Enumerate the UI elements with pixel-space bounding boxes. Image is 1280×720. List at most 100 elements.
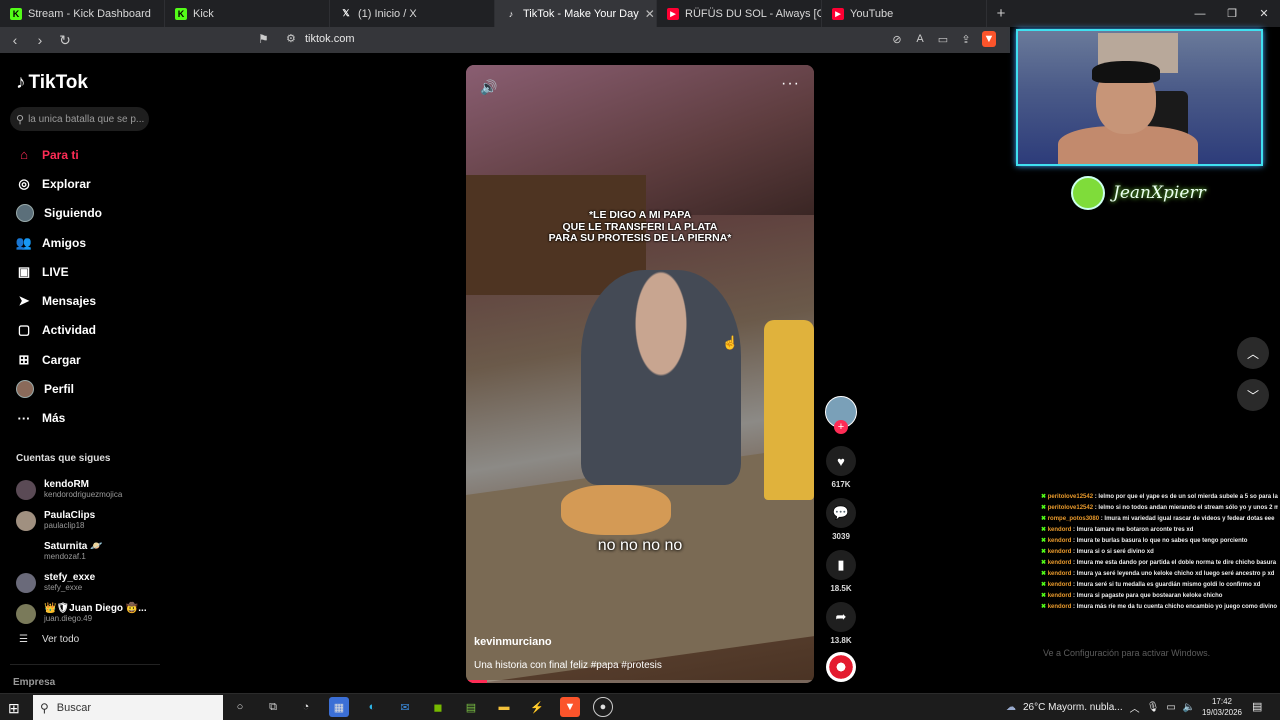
tracking-icon[interactable]: ⊘ [890,31,904,47]
company-link[interactable]: Empresa [13,677,55,688]
nav-live[interactable]: ▣ LIVE [16,257,156,286]
like-button[interactable]: ♥ 617K [824,446,858,489]
site-info-icon[interactable]: ⚙ [286,32,296,45]
previous-video-button[interactable]: ︿ [1237,337,1269,369]
nav-mas[interactable]: ··· Más [16,404,156,433]
minimize-icon[interactable]: — [1184,0,1216,27]
weather-text[interactable]: 26°C Mayorm. nubla... [1023,702,1123,713]
nav-actividad[interactable]: ▢ Actividad [16,316,156,345]
chat-username[interactable]: kendord [1048,571,1072,577]
follow-plus-icon[interactable]: + [834,420,848,434]
following-item-kendorm[interactable]: kendoRM kendorodriguezmojica [16,474,156,505]
tab-rufus-du-sol[interactable]: ▶ RÜFÜS DU SOL - Always [Official Aud [657,0,822,27]
brave-shield-icon[interactable]: ▼ [982,31,996,47]
nav-cargar[interactable]: ⊞ Cargar [16,345,156,374]
nav-siguiendo[interactable]: Siguiendo [16,199,156,228]
following-item-juan-diego[interactable]: 👑🛡Juan Diego 🤠... juan.diego.49 [16,598,156,629]
obs-icon[interactable]: ● [593,697,613,717]
tray-chevron-icon[interactable]: ︿ [1130,700,1140,715]
edge-icon[interactable]: ◐ [362,697,382,717]
bookmark-icon[interactable]: ⚑ [258,32,269,46]
file-explorer-icon[interactable]: ▬ [494,697,514,717]
tab-kick[interactable]: K Kick [165,0,330,27]
chat-username[interactable]: peritolove12542 [1048,505,1093,511]
tab-youtube[interactable]: ▶ YouTube [822,0,987,27]
restore-icon[interactable]: ❐ [1216,0,1248,27]
speed-icon[interactable]: ◔ [296,697,316,717]
taskbar-clock[interactable]: 17:42 19/03/2026 [1200,696,1244,718]
windows-start-icon[interactable]: ⊞ [8,700,20,717]
nav-perfil[interactable]: Perfil [16,374,156,403]
tab-tiktok[interactable]: ♪ TikTok - Make Your Day ✕ [495,0,657,27]
microphone-icon[interactable]: 🎙 [1147,702,1160,713]
video-player[interactable]: 🔊 ··· *LE DIGO A MI PAPA QUE LE TRANSFER… [466,65,814,683]
more-icon: ··· [17,410,31,426]
back-icon[interactable]: ‹ [5,30,25,50]
video-subtitle: no no no no [597,537,683,554]
following-item-stefy[interactable]: stefy_exxe stefy_exxe [16,567,156,598]
nav-para-ti[interactable]: ⌂ Para ti [16,140,156,169]
forward-icon[interactable]: › [30,30,50,50]
search-icon: ⚲ [16,113,25,126]
weather-icon: ☁ [1006,702,1016,713]
tab-x[interactable]: 𝕏 (1) Inicio / X [330,0,495,27]
cortana-icon[interactable]: ○ [230,697,250,717]
nvidia-icon[interactable]: ◼ [428,697,448,717]
new-tab-button[interactable]: + [987,0,1015,27]
winamp-icon[interactable]: ⚡ [527,697,547,717]
tab-title: TikTok - Make Your Day [523,7,639,20]
system-tray: ☁ 26°C Mayorm. nubla... ︿ 🎙 ▭ 🔈 [1006,694,1195,720]
tiktok-logo[interactable]: ♪ TikTok [16,72,88,94]
mail-icon[interactable]: ✉ [395,697,415,717]
following-item-saturnita[interactable]: Saturnita 🪐 mendozaf.1 [16,536,156,567]
brave-icon[interactable]: ▼ [560,697,580,717]
comment-button[interactable]: 💬 3039 [824,498,858,541]
youtube-icon: ▶ [832,7,844,20]
volume-icon[interactable]: 🔈 [1183,702,1195,713]
taskbar-search[interactable]: ⚲ Buscar [33,695,223,720]
close-tab-icon[interactable]: ✕ [645,7,655,21]
see-all-button[interactable]: ☰ Ver todo [19,634,79,645]
chat-username[interactable]: kendord [1048,538,1072,544]
cast-icon[interactable]: ▭ [936,31,950,47]
share-button[interactable]: ➦ 13.8K [824,602,858,645]
search-bar[interactable]: ⚲ [10,107,149,131]
video-progress-bar[interactable] [466,680,814,683]
notification-icon[interactable]: ▤ [1252,700,1262,713]
save-button[interactable]: ▮ 18.5K [824,550,858,593]
image-app-icon[interactable]: ▤ [461,697,481,717]
share-arrow-icon: ➦ [826,602,856,632]
chat-username[interactable]: rompe_potos3080 [1048,516,1099,522]
taskbar-apps: ○ ⧉ ◔ ▦ ◐ ✉ ◼ ▤ ▬ ⚡ ▼ ● [230,697,613,717]
heart-icon: ♥ [826,446,856,476]
reload-icon[interactable]: ↻ [55,30,75,50]
close-window-icon[interactable]: ✕ [1248,0,1280,27]
search-input[interactable] [28,113,147,125]
task-view-icon[interactable]: ⧉ [263,697,283,717]
chat-username[interactable]: kendord [1048,549,1072,555]
chat-username[interactable]: kendord [1048,582,1072,588]
music-disc-icon[interactable] [826,652,856,682]
tab-kick-dashboard[interactable]: K Stream - Kick Dashboard [0,0,165,27]
video-author[interactable]: kevinmurciano [474,636,552,648]
chat-username[interactable]: kendord [1048,527,1072,533]
chat-username[interactable]: kendord [1048,560,1072,566]
chat-username[interactable]: kendord [1048,604,1072,610]
more-options-icon[interactable]: ··· [781,75,800,93]
share-icon[interactable]: ⇪ [959,31,973,47]
network-icon[interactable]: ▭ [1166,702,1175,713]
nav-mensajes[interactable]: ➤ Mensajes [16,286,156,315]
save-count: 18.5K [830,584,852,593]
nav-explorar[interactable]: ◎ Explorar [16,169,156,198]
streamer-avatar [1071,176,1105,210]
chat-username[interactable]: kendord [1048,593,1072,599]
next-video-button[interactable]: ﹀ [1237,379,1269,411]
nav-amigos[interactable]: 👥 Amigos [16,228,156,257]
streamer-badge: JeanXpierr [1071,176,1206,210]
store-icon[interactable]: ▦ [329,697,349,717]
following-item-paulaclips[interactable]: PaulaClips paulaclip18 [16,505,156,536]
chat-username[interactable]: peritolove12542 [1048,494,1093,500]
volume-icon[interactable]: 🔊 [480,79,497,96]
url-field[interactable]: tiktok.com [305,33,355,45]
translate-icon[interactable]: A [913,31,927,47]
